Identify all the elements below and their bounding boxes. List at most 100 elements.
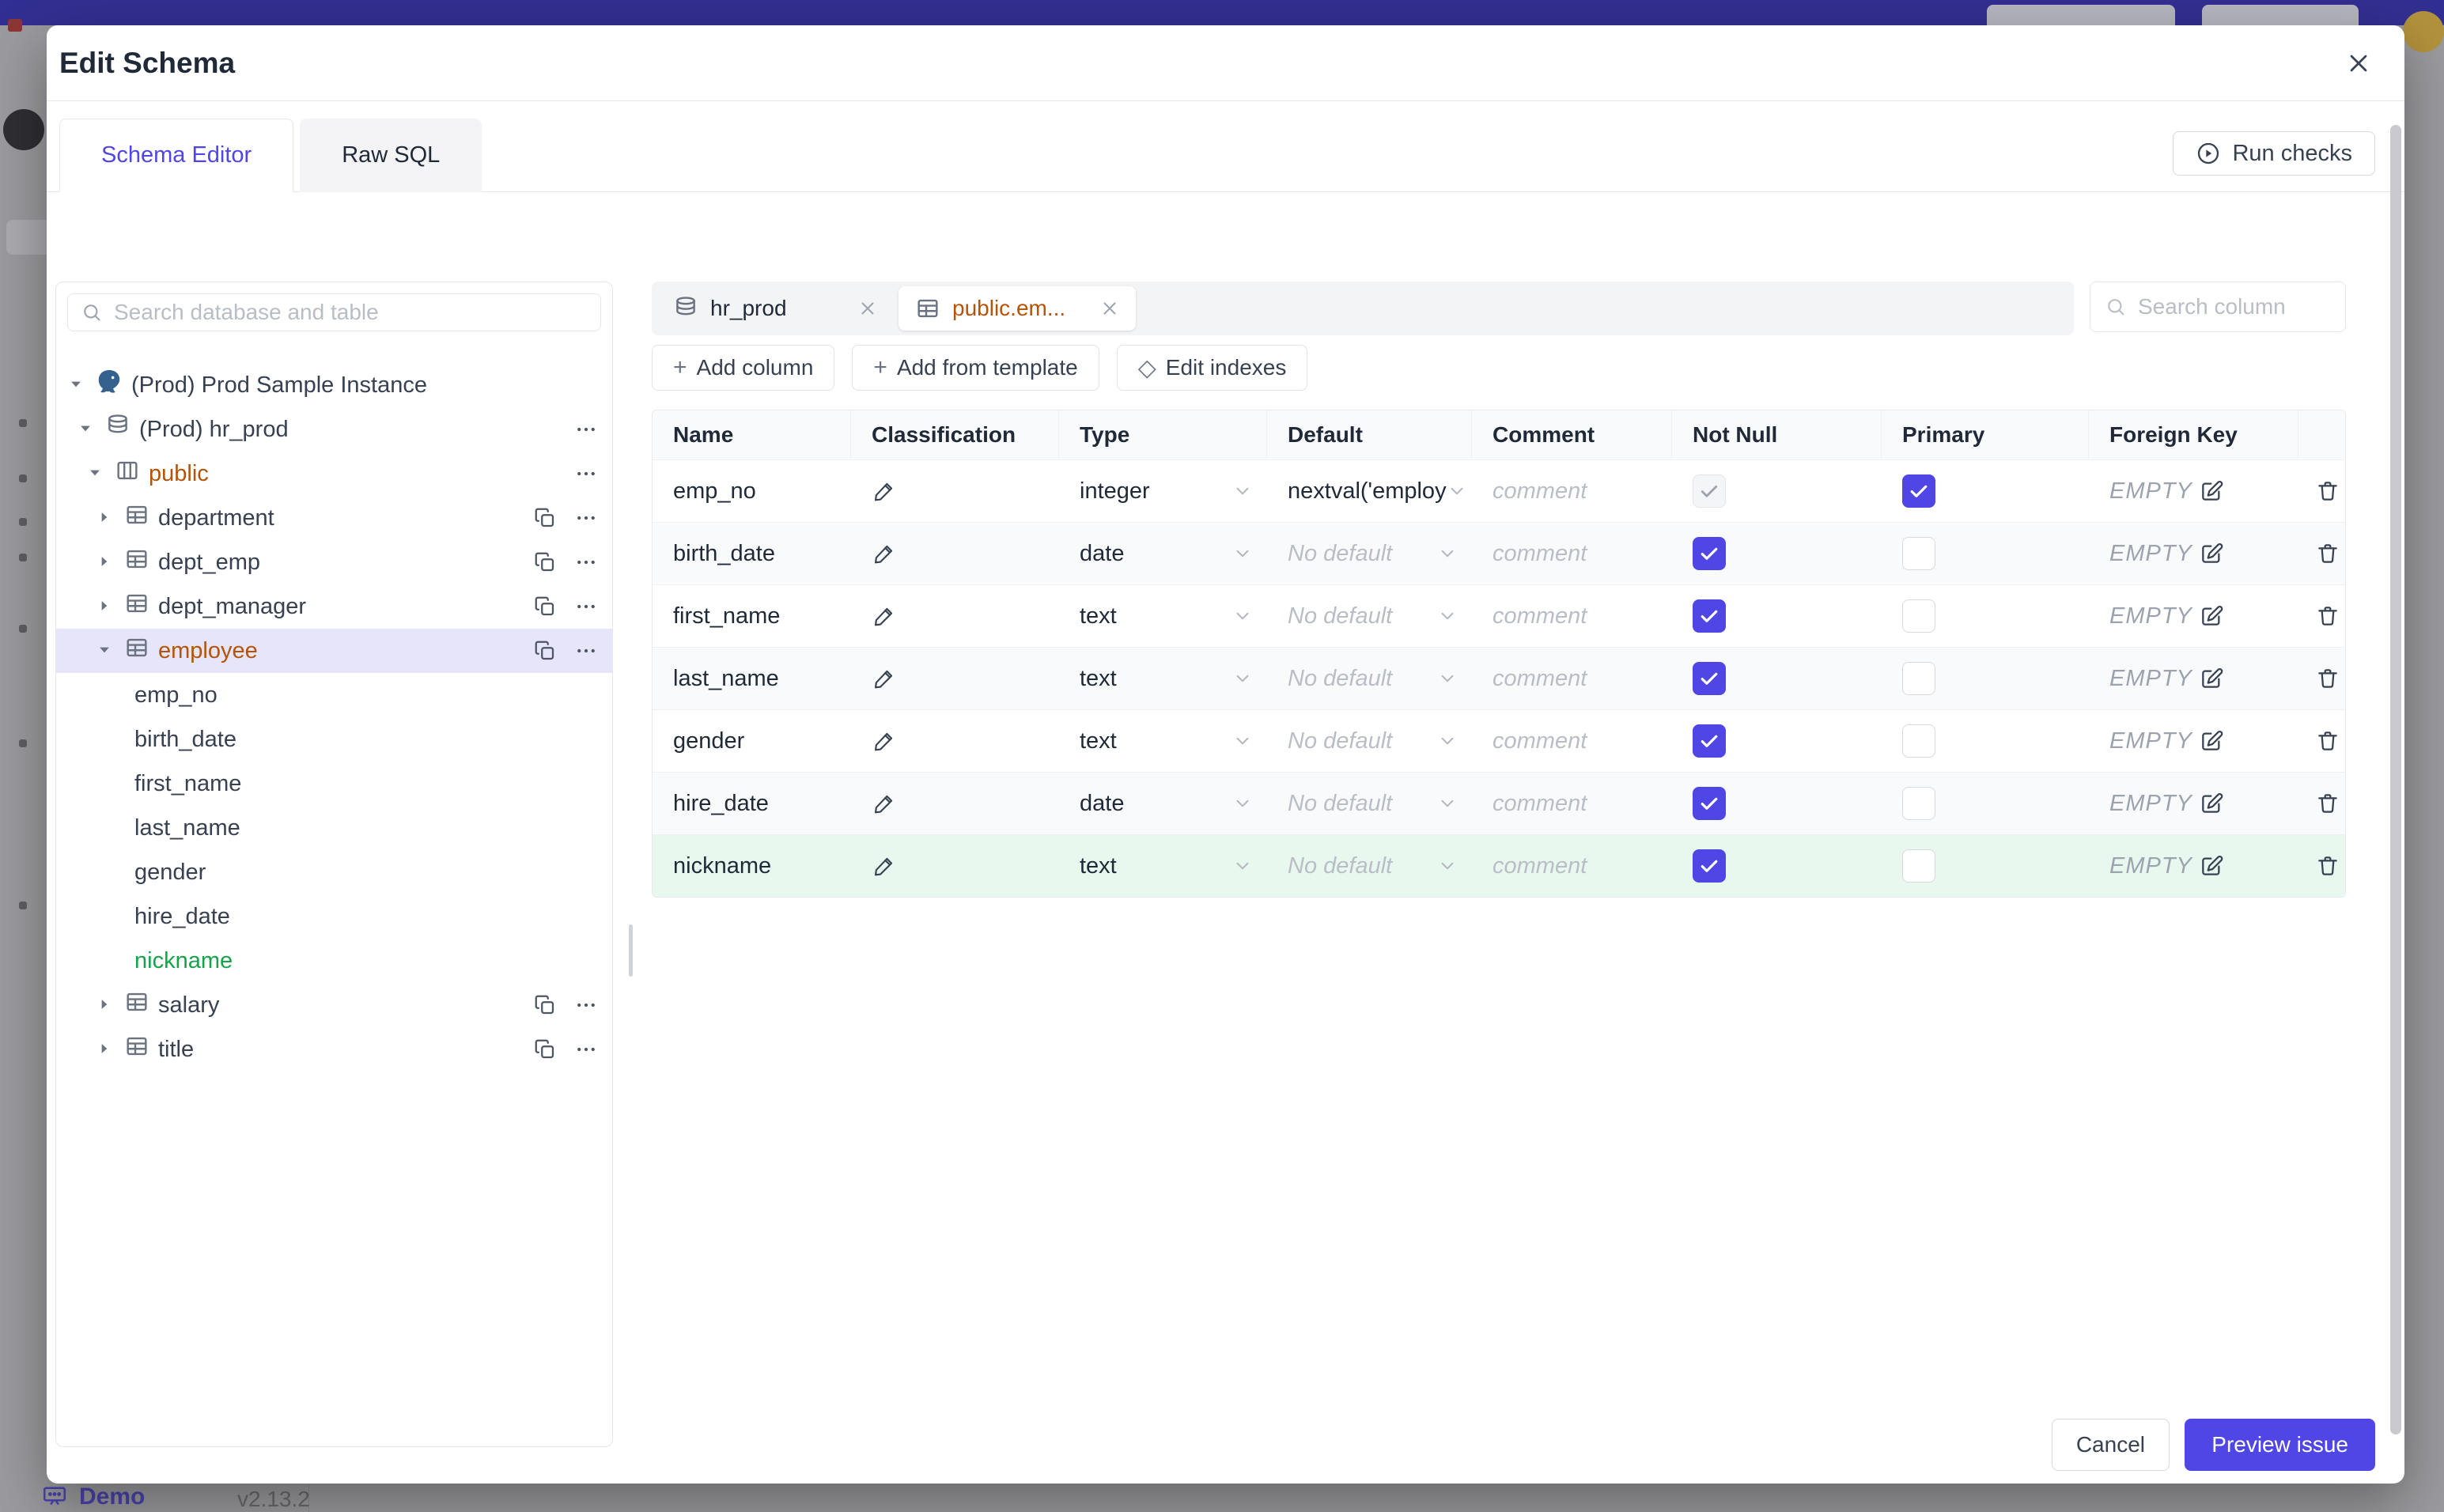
edit-square-icon[interactable] (2199, 728, 2224, 754)
tree-column-hire-date[interactable]: hire_date (56, 894, 612, 939)
tree-item-title[interactable]: title (56, 1027, 612, 1072)
foreign-key-editor[interactable]: EMPTY (2109, 478, 2224, 505)
primary-checkbox[interactable] (1902, 662, 1935, 695)
cell-name[interactable]: first_name (653, 585, 851, 647)
foreign-key-editor[interactable]: EMPTY (2109, 728, 2224, 754)
pencil-icon[interactable] (872, 541, 897, 566)
cell-comment[interactable]: comment (1472, 585, 1672, 647)
chevron-down-icon[interactable] (87, 465, 103, 481)
tree-column-first-name[interactable]: first_name (56, 762, 612, 806)
edit-indexes-button[interactable]: ◇ Edit indexes (1116, 345, 1308, 391)
primary-checkbox[interactable] (1902, 787, 1935, 820)
cell-type[interactable]: text (1059, 648, 1267, 709)
cell-default[interactable]: nextval('employ (1267, 460, 1472, 522)
edit-square-icon[interactable] (2199, 603, 2224, 629)
cell-type[interactable]: text (1059, 585, 1267, 647)
chevron-down-icon[interactable] (1447, 481, 1467, 501)
panel-resizer-handle[interactable] (629, 924, 633, 977)
foreign-key-editor[interactable]: EMPTY (2109, 666, 2224, 692)
close-icon[interactable] (2340, 44, 2378, 82)
primary-checkbox[interactable] (1902, 537, 1935, 570)
chevron-down-icon[interactable] (1437, 731, 1458, 751)
chevron-right-icon[interactable] (96, 598, 112, 614)
primary-checkbox[interactable] (1902, 474, 1935, 508)
chevron-down-icon[interactable] (96, 642, 112, 658)
trash-icon[interactable] (2315, 791, 2340, 816)
edit-square-icon[interactable] (2199, 666, 2224, 691)
editor-tab-hr-prod[interactable]: hr_prod (656, 286, 894, 331)
chevron-down-icon[interactable] (1232, 543, 1253, 564)
tree-column-gender[interactable]: gender (56, 850, 612, 894)
close-icon[interactable] (1099, 298, 1120, 319)
chevron-down-icon[interactable] (1437, 856, 1458, 876)
pencil-icon[interactable] (872, 666, 897, 691)
chevron-down-icon[interactable] (1437, 606, 1458, 626)
tree-item-department[interactable]: department (56, 496, 612, 540)
tree-column-last-name[interactable]: last_name (56, 806, 612, 850)
primary-checkbox[interactable] (1902, 849, 1935, 883)
tree-column-nickname[interactable]: nickname (56, 939, 612, 983)
cell-default[interactable]: No default (1267, 585, 1472, 647)
not-null-checkbox[interactable] (1693, 849, 1726, 883)
more-options-icon[interactable] (574, 1038, 598, 1061)
cell-type[interactable]: date (1059, 523, 1267, 584)
foreign-key-editor[interactable]: EMPTY (2109, 603, 2224, 629)
pencil-icon[interactable] (872, 728, 897, 754)
not-null-checkbox[interactable] (1693, 537, 1726, 570)
pencil-icon[interactable] (872, 603, 897, 629)
not-null-checkbox[interactable] (1693, 724, 1726, 758)
copy-icon[interactable] (533, 506, 557, 530)
chevron-down-icon[interactable] (1232, 481, 1253, 501)
copy-icon[interactable] (533, 550, 557, 574)
chevron-down-icon[interactable] (1437, 793, 1458, 814)
tab-schema-editor[interactable]: Schema Editor (59, 119, 294, 192)
copy-icon[interactable] (533, 639, 557, 663)
chevron-right-icon[interactable] (96, 509, 112, 525)
trash-icon[interactable] (2315, 478, 2340, 504)
column-search[interactable] (2090, 282, 2346, 332)
edit-square-icon[interactable] (2199, 853, 2224, 879)
preview-issue-button[interactable]: Preview issue (2185, 1419, 2375, 1471)
cell-type[interactable]: text (1059, 710, 1267, 772)
more-options-icon[interactable] (574, 418, 598, 441)
cell-name[interactable]: last_name (653, 648, 851, 709)
cell-name[interactable]: hire_date (653, 773, 851, 834)
primary-checkbox[interactable] (1902, 599, 1935, 633)
close-icon[interactable] (857, 298, 878, 319)
more-options-icon[interactable] (574, 550, 598, 574)
more-options-icon[interactable] (574, 595, 598, 618)
edit-square-icon[interactable] (2199, 791, 2224, 816)
cell-comment[interactable]: comment (1472, 523, 1672, 584)
edit-square-icon[interactable] (2199, 541, 2224, 566)
add-from-template-button[interactable]: + Add from template (852, 345, 1099, 391)
cell-default[interactable]: No default (1267, 648, 1472, 709)
chevron-down-icon[interactable] (1232, 668, 1253, 689)
tree-item-dept-manager[interactable]: dept_manager (56, 584, 612, 629)
copy-icon[interactable] (533, 595, 557, 618)
chevron-down-icon[interactable] (1437, 668, 1458, 689)
cell-type[interactable]: text (1059, 835, 1267, 897)
tree-item--prod-hr-prod[interactable]: (Prod) hr_prod (56, 407, 612, 452)
foreign-key-editor[interactable]: EMPTY (2109, 791, 2224, 817)
trash-icon[interactable] (2315, 603, 2340, 629)
copy-icon[interactable] (533, 1038, 557, 1061)
chevron-down-icon[interactable] (78, 421, 93, 437)
cell-comment[interactable]: comment (1472, 648, 1672, 709)
cancel-button[interactable]: Cancel (2051, 1419, 2170, 1471)
cell-comment[interactable]: comment (1472, 773, 1672, 834)
pencil-icon[interactable] (872, 791, 897, 816)
foreign-key-editor[interactable]: EMPTY (2109, 541, 2224, 567)
database-search-input[interactable] (112, 299, 588, 326)
copy-icon[interactable] (533, 993, 557, 1017)
chevron-down-icon[interactable] (1232, 856, 1253, 876)
tree-item-dept-emp[interactable]: dept_emp (56, 540, 612, 584)
cell-default[interactable]: No default (1267, 773, 1472, 834)
column-search-input[interactable] (2136, 293, 2331, 320)
add-column-button[interactable]: + Add column (652, 345, 835, 391)
more-options-icon[interactable] (574, 462, 598, 486)
chevron-down-icon[interactable] (1437, 543, 1458, 564)
cell-type[interactable]: integer (1059, 460, 1267, 522)
chevron-right-icon[interactable] (96, 1041, 112, 1057)
chevron-right-icon[interactable] (96, 554, 112, 569)
cell-name[interactable]: emp_no (653, 460, 851, 522)
